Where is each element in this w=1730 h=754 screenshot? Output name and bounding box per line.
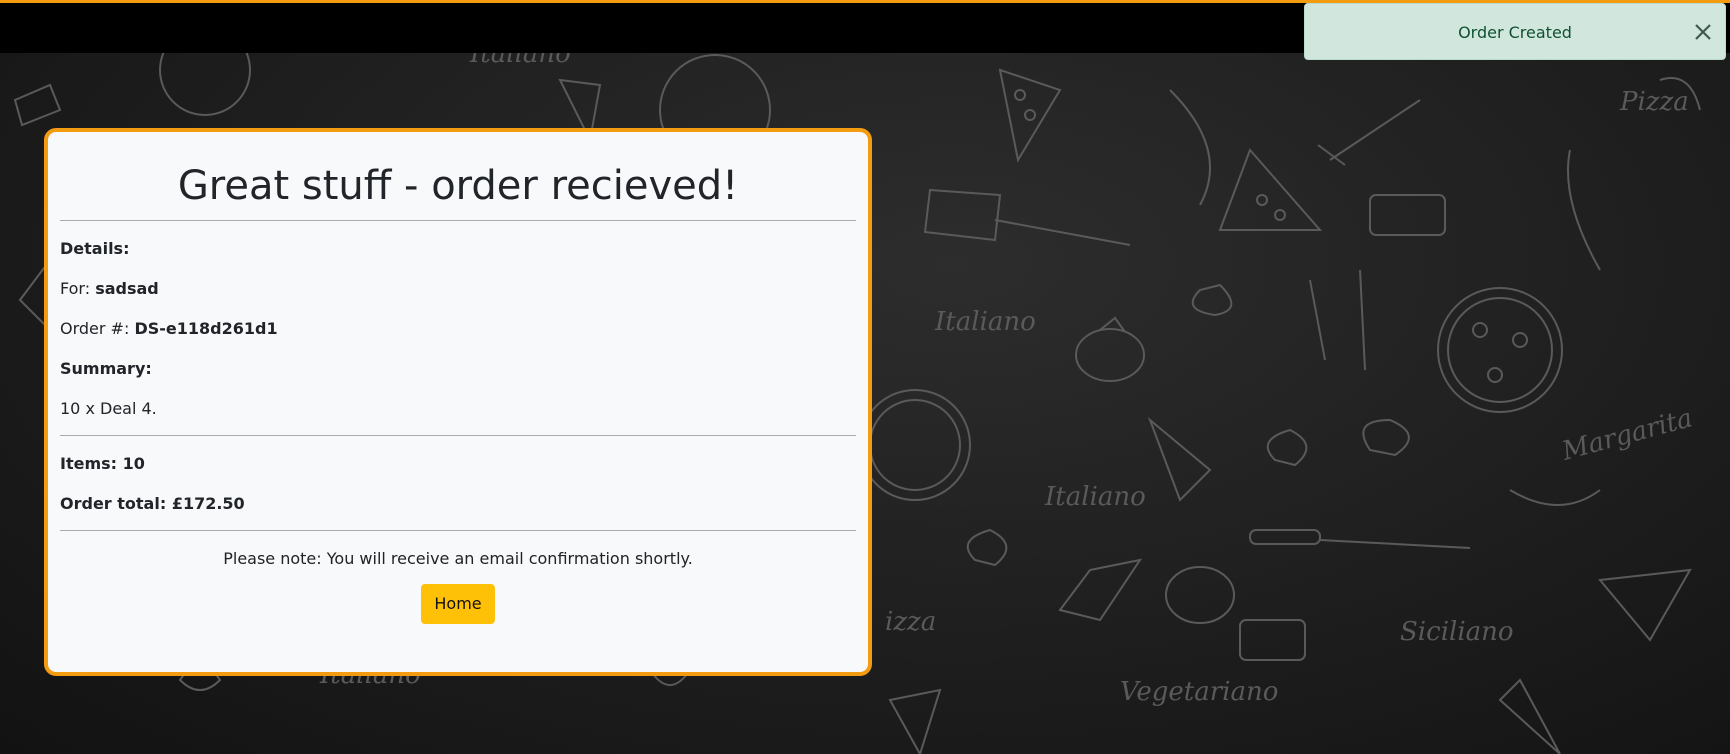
order-total-label: Order total: xyxy=(60,494,167,513)
home-button-wrap: Home xyxy=(60,584,856,624)
svg-text:Vegetariano: Vegetariano xyxy=(1120,677,1278,707)
order-number: DS-e118d261d1 xyxy=(134,319,278,338)
order-number-label: Order #: xyxy=(60,319,130,338)
divider xyxy=(60,530,856,531)
page-title: Great stuff - order recieved! xyxy=(177,163,739,209)
order-number-row: Order #: DS-e118d261d1 xyxy=(60,319,856,339)
summary-label: Summary: xyxy=(60,359,152,378)
close-icon[interactable] xyxy=(1693,22,1713,42)
svg-text:izza: izza xyxy=(885,607,936,637)
summary-items: 10 x Deal 4. xyxy=(60,399,157,418)
svg-text:Italiano: Italiano xyxy=(1044,482,1146,512)
details-label: Details: xyxy=(60,239,130,258)
home-button[interactable]: Home xyxy=(421,584,495,624)
order-total-value: £172.50 xyxy=(171,494,245,513)
items-count: 10 xyxy=(122,454,145,473)
svg-text:Italiano: Italiano xyxy=(934,307,1036,337)
order-total-row: Order total: £172.50 xyxy=(60,494,856,514)
svg-text:Pizza: Pizza xyxy=(1619,87,1689,117)
for-label: For: xyxy=(60,279,91,298)
svg-text:Siciliano: Siciliano xyxy=(1400,617,1514,647)
svg-text:Italiano: Italiano xyxy=(469,53,571,69)
divider xyxy=(60,220,856,221)
items-row: Items: 10 xyxy=(60,454,856,474)
customer-row: For: sadsad xyxy=(60,279,856,299)
order-created-toast: Order Created xyxy=(1304,3,1726,60)
svg-text:Margarita: Margarita xyxy=(1558,403,1696,467)
divider xyxy=(60,435,856,436)
items-label: Items: xyxy=(60,454,118,473)
toast-message: Order Created xyxy=(1458,23,1572,42)
email-note: Please note: You will receive an email c… xyxy=(223,549,693,568)
order-confirmation-card: Great stuff - order recieved! Details: F… xyxy=(44,128,872,676)
customer-name: sadsad xyxy=(95,279,159,298)
